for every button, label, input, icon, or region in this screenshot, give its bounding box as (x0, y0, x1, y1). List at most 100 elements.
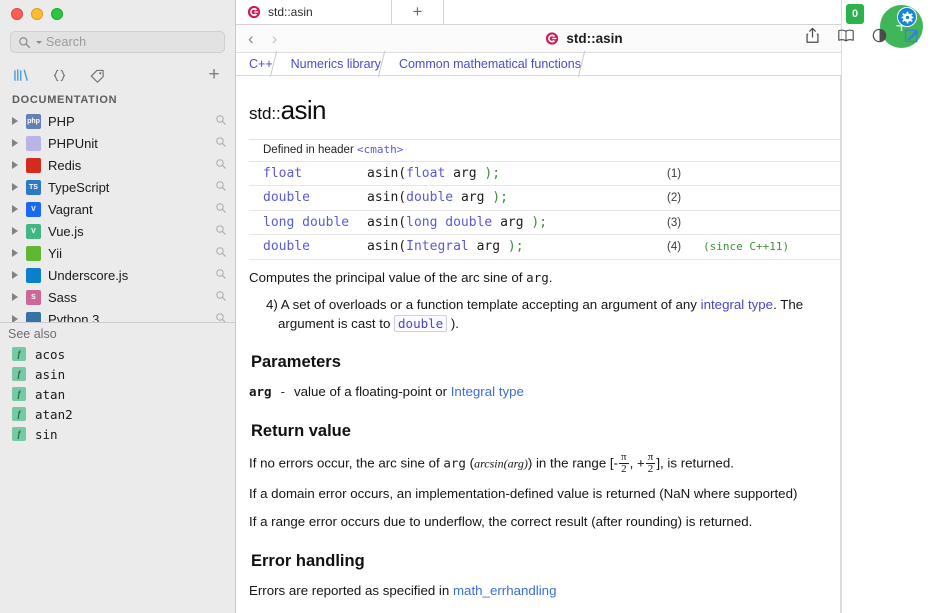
summary-pre: Computes the principal value of the arc … (249, 269, 527, 285)
docset-label: Python 3 (48, 311, 100, 323)
docset-item-vue-js[interactable]: V Vue.js (0, 220, 235, 242)
integral-type-link[interactable]: integral type (701, 297, 773, 312)
disclosure-triangle-icon[interactable] (12, 227, 18, 235)
header-name: <cmath> (357, 142, 404, 156)
breadcrumb-item-0[interactable]: C++ (236, 53, 282, 75)
zoom-window-button[interactable] (51, 8, 63, 20)
docset-item-vagrant[interactable]: V Vagrant (0, 198, 235, 220)
docset-item-underscore-js[interactable]: Underscore.js (0, 264, 235, 286)
see-also-item-asin[interactable]: f asin (0, 364, 235, 384)
docset-search-icon[interactable] (215, 224, 227, 239)
docset-item-phpunit[interactable]: PHPUnit (0, 132, 235, 154)
see-also-item-atan[interactable]: f atan (0, 384, 235, 404)
parameter-desc-pre: value of a floating-point or (294, 383, 451, 399)
docset-search-icon[interactable] (215, 180, 227, 195)
defined-in-row: Defined in header <cmath> (249, 138, 840, 162)
book-icon[interactable] (837, 28, 855, 48)
signature-row: double asin(double arg ); (2) (249, 185, 840, 211)
tags-icon[interactable] (88, 66, 106, 84)
overload-4-text-d: ). (447, 315, 460, 331)
signature-arg-type: long double (406, 214, 493, 230)
docset-item-php[interactable]: php PHP (0, 110, 235, 132)
appearance-icon[interactable] (872, 28, 887, 48)
cppreference-article: std::asin Defined in header <cmath> floa… (236, 76, 840, 613)
return-value-line-3: If a range error occurs due to underflow… (249, 513, 753, 529)
signature-row: long double asin(long double arg ); (3) (249, 210, 840, 236)
docset-search-icon[interactable] (215, 136, 227, 151)
disclosure-triangle-icon[interactable] (12, 183, 18, 191)
docset-search-icon[interactable] (215, 202, 227, 217)
search-input[interactable]: Search (10, 31, 225, 53)
see-also-list[interactable]: f acos f asin f atan f atan2 f sin (0, 344, 235, 444)
signature-close: ); (484, 165, 501, 181)
tab-std-asin[interactable]: std::asin (236, 0, 392, 24)
disclosure-triangle-icon[interactable] (12, 271, 18, 279)
breadcrumb: C++ Numerics library Common mathematical f… (236, 52, 932, 76)
overload-4-paragraph: 4) A set of overloads or a function temp… (266, 296, 827, 334)
see-also-item-atan2[interactable]: f atan2 (0, 404, 235, 424)
docset-item-yii[interactable]: Yii (0, 242, 235, 264)
signature-function: asin( (367, 165, 407, 181)
disclosure-triangle-icon[interactable] (12, 139, 18, 147)
overload-4-text-c: argument is cast to (278, 315, 395, 331)
disclosure-triangle-icon[interactable] (12, 249, 18, 257)
docset-item-redis[interactable]: Redis (0, 154, 235, 176)
disclosure-triangle-icon[interactable] (12, 161, 18, 169)
docset-list[interactable]: php PHP PHPUnit Redis TS TypeScript V Vagrant V V… (0, 110, 235, 322)
parameter-integral-type-link[interactable]: Integral type (451, 384, 524, 399)
forward-button[interactable]: › (272, 30, 278, 47)
gear-icon[interactable] (897, 7, 917, 27)
docset-search-icon[interactable] (215, 158, 227, 173)
disclosure-triangle-icon[interactable] (12, 205, 18, 213)
docset-item-python-3[interactable]: Python 3 (0, 308, 235, 322)
docset-item-typescript[interactable]: TS TypeScript (0, 176, 235, 198)
disclosure-triangle-icon[interactable] (12, 293, 18, 301)
math-errhandling-link[interactable]: math_errhandling (453, 583, 557, 598)
snippets-icon[interactable] (50, 66, 68, 84)
share-icon[interactable] (805, 27, 820, 49)
cppreference-icon (247, 5, 261, 19)
cppreference-icon (545, 31, 559, 45)
minimize-window-button[interactable] (31, 8, 43, 20)
see-also-item-acos[interactable]: f acos (0, 344, 235, 364)
breadcrumb-item-2[interactable]: Common mathematical functions (390, 53, 590, 75)
annotation-count-badge[interactable]: 0 (846, 4, 864, 24)
search-scope-chevron-icon[interactable] (36, 40, 42, 44)
signature-arg-name: arg (500, 214, 524, 230)
frac-denominator: 2 (645, 463, 656, 475)
docsets-icon[interactable] (12, 66, 30, 84)
docset-item-sass[interactable]: S Sass (0, 286, 235, 308)
redis-icon (26, 157, 41, 173)
docset-label: PHP (48, 113, 75, 129)
sass-icon: S (26, 289, 41, 305)
signature-return-type: long double (263, 214, 350, 230)
docset-search-icon[interactable] (215, 246, 227, 261)
new-tab-button[interactable]: + (392, 0, 444, 24)
return-value-line-2: If a domain error occurs, an implementat… (249, 485, 798, 501)
see-also-item-sin[interactable]: f sin (0, 424, 235, 444)
disclosure-triangle-icon[interactable] (12, 315, 18, 322)
overload-4-marker: 4) (266, 296, 278, 312)
docset-search-icon[interactable] (215, 290, 227, 305)
see-also-label: acos (35, 346, 66, 362)
summary-post: . (548, 269, 553, 285)
signature-arg-type: double (406, 190, 454, 206)
signature-row: float asin(float arg ); (1) (249, 161, 840, 187)
vuejs-icon: V (26, 223, 41, 239)
return-value-line-1: If no errors occur, the arc sine of arg … (249, 451, 827, 476)
back-button[interactable]: ‹ (248, 30, 254, 47)
rv-text-e: ], is returned. (656, 455, 734, 471)
signature-arg-type: Integral (406, 239, 469, 255)
docset-search-icon[interactable] (215, 268, 227, 283)
add-docset-button[interactable]: + (205, 64, 223, 85)
tab-label: std::asin (268, 4, 313, 19)
annotate-icon[interactable] (904, 28, 920, 49)
docset-search-icon[interactable] (215, 114, 227, 129)
docset-search-icon[interactable] (215, 312, 227, 322)
document-content[interactable]: std::asin Defined in header <cmath> floa… (236, 75, 841, 613)
signature-table: Defined in header <cmath> float asin(floa… (249, 138, 840, 260)
disclosure-triangle-icon[interactable] (12, 117, 18, 125)
python-icon (26, 311, 41, 322)
breadcrumb-item-1[interactable]: Numerics library (282, 53, 390, 75)
close-window-button[interactable] (11, 8, 23, 20)
